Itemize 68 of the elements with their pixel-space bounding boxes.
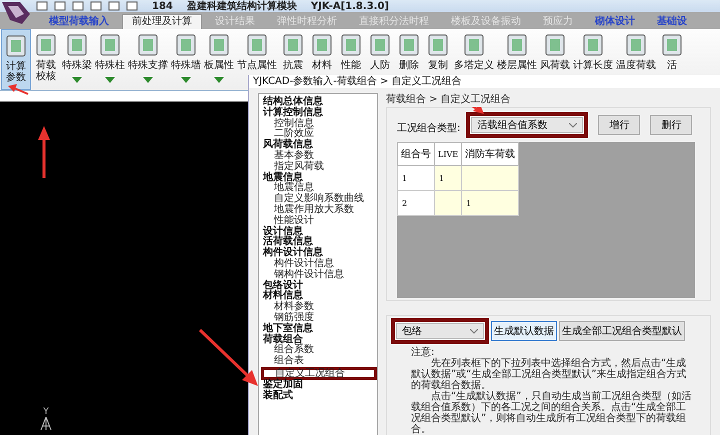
axis-icon [40, 417, 52, 431]
ribbon-tab[interactable]: 前处理及计算 [122, 14, 202, 29]
toolbar-icon[interactable] [126, 1, 138, 11]
title-text: 184 [152, 0, 173, 12]
table-cell[interactable] [462, 166, 519, 190]
tree-item[interactable]: 构件设计信息 [263, 248, 377, 259]
table-cell[interactable]: 1 [398, 166, 434, 190]
table-cell[interactable] [434, 190, 462, 216]
tree-item[interactable]: 计算控制信息 [263, 108, 377, 119]
tree-item[interactable]: 性能设计 [263, 216, 377, 227]
tree-item[interactable]: 装配式 [263, 390, 377, 402]
ribbon-button[interactable]: 荷载 校核 [32, 29, 60, 90]
tree-item[interactable]: 地震作用放大系数 [263, 204, 377, 216]
dialog-title: YJKCAD-参数输入-荷载组合 > 自定义工况组合 [249, 75, 720, 88]
method-select[interactable]: 包络 [396, 323, 484, 339]
ribbon-button[interactable]: 计算 参数 [1, 29, 31, 90]
table-cell[interactable]: 1 [462, 190, 519, 216]
tree-item[interactable]: 自定义影响系数曲线 [263, 194, 377, 205]
tree-item[interactable]: 风荷载信息 [263, 140, 377, 151]
note-paragraph: 先在列表框下的下拉列表中选择组合方式，然后点击“生成默认数据”或“生成全部工况组合类型默认”来生成指定组合方式的荷载组合数据。 [411, 358, 688, 391]
column-header: LIVE [434, 142, 462, 166]
dropdown-arrow-icon[interactable] [143, 77, 153, 83]
ribbon-button[interactable]: 板属性 [203, 29, 235, 90]
annotation-arrow [198, 328, 258, 386]
tree-item[interactable]: 基本参数 [263, 150, 377, 162]
column-header: 组合号 [398, 142, 434, 166]
breadcrumb: 荷载组合 > 自定义工况组合 [386, 93, 513, 107]
ribbon-button[interactable]: 特殊支撑 [127, 29, 169, 90]
tree-item[interactable]: 钢构件设计信息 [263, 270, 377, 281]
tree-item[interactable]: 荷载组合 [263, 334, 377, 346]
title-text: YJK-A[1.8.3.0] [310, 0, 389, 12]
generate-button[interactable]: 生成全部工况组合类型默认 [559, 321, 685, 341]
tree-item[interactable]: 地下室信息 [263, 324, 377, 335]
chevron-down-icon [470, 328, 478, 334]
axis-label: Y [43, 408, 49, 417]
dropdown-arrow-icon[interactable] [181, 77, 191, 83]
tree-item[interactable]: 自定义工况组合 [261, 366, 377, 380]
tree-item[interactable]: 构件设计信息 [263, 258, 377, 270]
note-paragraph: 点击“生成默认数据”，只自动生成当前工况组合类型（如活载组合值系数）下的各工况之间的组合关系。点击“生成全部工况组合类型默认”，则将自动生成所有工况组合类型下的荷载组合。 [411, 391, 692, 435]
row-button[interactable]: 增行 [598, 115, 640, 135]
annotation-arrow [38, 126, 50, 178]
dropdown-arrow-icon[interactable] [105, 77, 115, 83]
toolbar-icon[interactable] [90, 1, 102, 11]
tree-item[interactable]: 鉴定加固 [263, 380, 377, 391]
generate-button[interactable]: 生成默认数据 [491, 321, 557, 341]
ribbon-button[interactable]: 特殊柱 [94, 29, 126, 90]
row-button[interactable]: 删行 [650, 115, 692, 135]
field-label: 工况组合类型: [397, 122, 460, 135]
table-cell[interactable]: 2 [398, 190, 434, 216]
toolbar-icon[interactable] [36, 1, 48, 11]
dropdown-arrow-icon[interactable] [214, 77, 224, 83]
ribbon-button[interactable]: 特殊梁 [61, 29, 93, 90]
toolbar-icon[interactable] [72, 1, 84, 11]
combo-type-select[interactable]: 活载组合值系数 [471, 117, 584, 133]
table-cell[interactable]: 1 [434, 166, 462, 190]
tree-item[interactable]: 指定风荷载 [263, 162, 377, 173]
annotation-arrow [8, 84, 28, 95]
ribbon-button[interactable]: 特殊墙 [170, 29, 202, 90]
chevron-down-icon [569, 122, 578, 128]
title-text: 盈建科建筑结构计算模块 [186, 0, 297, 13]
dropdown-arrow-icon[interactable] [72, 77, 82, 83]
note-title: 注意: [411, 347, 434, 358]
toolbar-icon[interactable] [54, 1, 66, 11]
tree-item[interactable]: 材料参数 [263, 302, 377, 313]
tree-item[interactable]: 结构总体信息 [263, 97, 377, 108]
tree-item[interactable]: 组合表 [263, 356, 377, 367]
toolbar-icon[interactable] [108, 1, 120, 11]
column-header: 消防车荷载 [462, 142, 519, 166]
